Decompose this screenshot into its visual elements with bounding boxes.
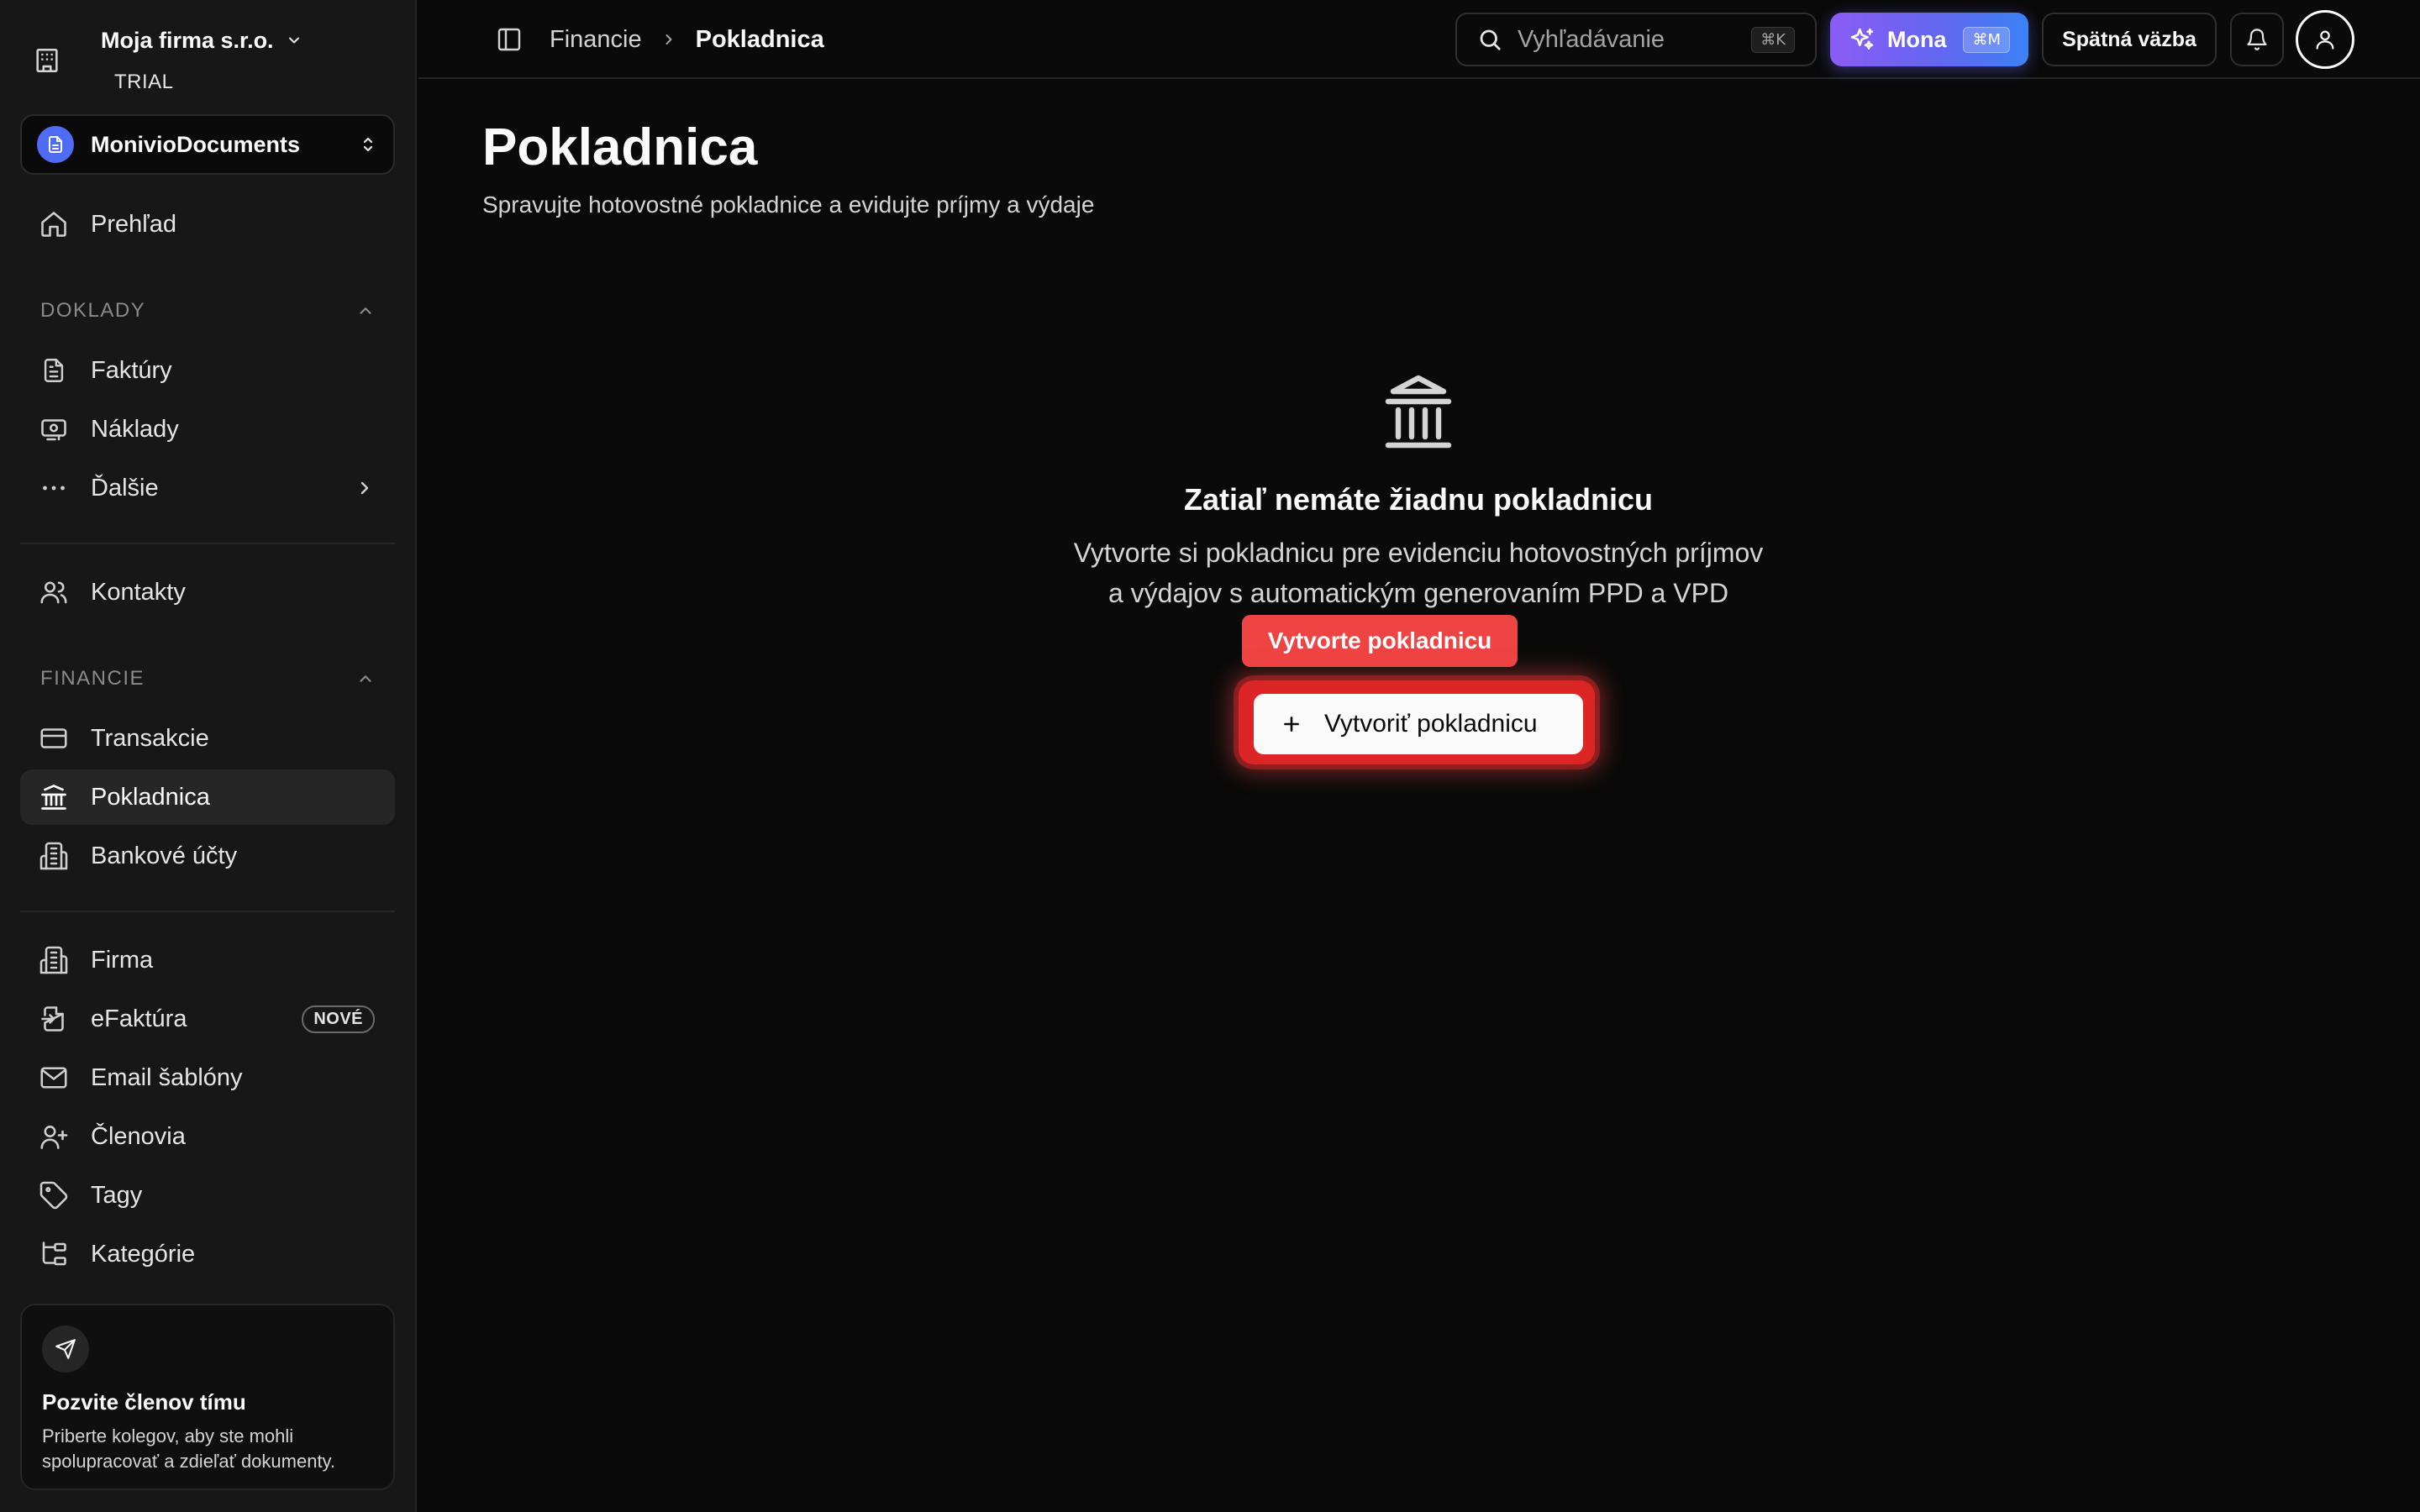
- new-badge: NOVÉ: [302, 1005, 375, 1033]
- workspace-switcher[interactable]: MonivioDocuments: [20, 114, 395, 175]
- mail-icon: [37, 1061, 71, 1095]
- sidebar-item-invoices[interactable]: Faktúry: [20, 343, 395, 398]
- sidebar-item-label: Náklady: [91, 415, 179, 443]
- sidebar-item-transactions[interactable]: Transakcie: [20, 711, 395, 766]
- chevron-up-icon: [360, 675, 371, 682]
- sidebar-item-label: Prehľad: [91, 210, 176, 238]
- sidebar-item-tags[interactable]: Tagy: [20, 1168, 395, 1223]
- sidebar-item-efaktura[interactable]: eFaktúra NOVÉ: [20, 991, 395, 1047]
- user-plus-icon: [37, 1120, 71, 1153]
- sidebar-item-label: Firma: [91, 946, 154, 974]
- chevron-down-icon: [288, 37, 299, 44]
- empty-state-line: a výdajov s automatickým generovaním PPD…: [1107, 578, 1729, 608]
- sidebar-divider: [20, 543, 395, 544]
- search-placeholder: Vyhľadávanie: [1518, 25, 1665, 53]
- sidebar-item-contacts[interactable]: Kontakty: [20, 564, 395, 620]
- sidebar-item-label: eFaktúra: [91, 1005, 187, 1032]
- search-icon: [1480, 29, 1501, 50]
- tree-icon: [37, 1237, 71, 1271]
- file-export-icon: [37, 1002, 71, 1036]
- sidebar-item-label: Transakcie: [91, 724, 209, 752]
- mona-shortcut: ⌘M: [1963, 26, 2010, 53]
- chevrons-up-down-icon: [363, 137, 373, 152]
- company-switcher[interactable]: Moja firma s.r.o. TRIAL: [20, 20, 398, 101]
- sidebar-item-label: Faktúry: [91, 356, 172, 384]
- more-dots-icon: [37, 471, 71, 505]
- bell-icon: [2247, 29, 2267, 50]
- bank-building-icon: [37, 839, 71, 873]
- page-title: Pokladnica: [482, 118, 758, 176]
- credit-card-icon: [37, 722, 71, 755]
- invite-card: Pozvite členov tímu Priberte kolegov, ab…: [20, 1304, 395, 1490]
- invite-title: Pozvite členov tímu: [42, 1389, 246, 1415]
- building-icon: [20, 20, 74, 101]
- sidebar-item-label: Kontakty: [91, 578, 186, 606]
- empty-state-description: Vytvorte si pokladnicu pre evidenciu hot…: [924, 533, 1912, 613]
- sidebar-item-label: Bankové účty: [91, 842, 238, 869]
- section-doklady-header[interactable]: DOKLADY: [40, 294, 375, 328]
- empty-state-title: Zatiaľ nemáte žiadnu pokladnicu: [1184, 482, 1653, 517]
- sidebar: Moja firma s.r.o. TRIAL MonivioDocuments…: [0, 0, 417, 1512]
- plus-icon: [1284, 717, 1299, 732]
- sidebar-item-label: Ďalšie: [91, 474, 159, 501]
- create-cashbox-tooltip: Vytvorte pokladnicu: [1242, 615, 1518, 667]
- chevron-right-icon: [660, 31, 677, 48]
- section-title: DOKLADY: [40, 299, 146, 322]
- sidebar-item-categories[interactable]: Kategórie: [20, 1226, 395, 1282]
- sidebar-item-cashbox[interactable]: Pokladnica: [20, 769, 395, 825]
- sidebar-item-label: Tagy: [91, 1181, 143, 1209]
- breadcrumb: Financie Pokladnica: [550, 23, 824, 56]
- users-icon: [37, 575, 71, 609]
- sidebar-toggle-icon[interactable]: [492, 23, 526, 56]
- company-name: Moja firma s.r.o.: [101, 27, 274, 53]
- send-icon: [42, 1326, 89, 1373]
- notifications-button[interactable]: [2230, 13, 2284, 66]
- section-title: FINANCIE: [40, 667, 145, 690]
- create-cashbox-button[interactable]: Vytvoriť pokladnicu: [1254, 694, 1583, 754]
- mona-label: Mona: [1887, 26, 1947, 52]
- landmark-icon: [37, 780, 71, 814]
- user-menu-button[interactable]: [2296, 10, 2354, 69]
- sidebar-item-label: Pokladnica: [91, 783, 210, 811]
- breadcrumb-parent[interactable]: Financie: [550, 26, 642, 54]
- page-subtitle: Spravujte hotovostné pokladnice a eviduj…: [482, 192, 1095, 218]
- create-cashbox-label: Vytvoriť pokladnicu: [1324, 710, 1538, 738]
- document-icon: [37, 126, 74, 163]
- chevron-up-icon: [360, 307, 371, 314]
- sidebar-item-more[interactable]: Ďalšie: [20, 460, 395, 516]
- landmark-icon: [1378, 368, 1459, 452]
- home-icon: [37, 207, 71, 241]
- sidebar-item-label: Email šablóny: [91, 1063, 243, 1091]
- sidebar-item-costs[interactable]: Náklady: [20, 402, 395, 457]
- search-input[interactable]: Vyhľadávanie ⌘K: [1455, 13, 1817, 66]
- sidebar-item-members[interactable]: Členovia: [20, 1109, 395, 1164]
- breadcrumb-current: Pokladnica: [695, 25, 824, 53]
- sidebar-divider: [20, 911, 395, 912]
- chevron-right-icon: [360, 481, 369, 495]
- tag-icon: [37, 1179, 71, 1212]
- sidebar-item-email-templates[interactable]: Email šablóny: [20, 1050, 395, 1105]
- feedback-button[interactable]: Spätná väzba: [2042, 13, 2217, 66]
- plan-badge: TRIAL: [114, 71, 174, 93]
- sidebar-item-bank-accounts[interactable]: Bankové účty: [20, 828, 395, 884]
- sparkles-icon: [1850, 28, 1874, 50]
- search-shortcut: ⌘K: [1751, 26, 1795, 53]
- mona-ai-button[interactable]: Mona ⌘M: [1830, 13, 2028, 66]
- file-text-icon: [37, 354, 71, 387]
- sidebar-item-label: Členovia: [91, 1122, 186, 1150]
- workspace-name: MonivioDocuments: [91, 131, 301, 157]
- empty-state-line: Vytvorte si pokladnicu pre evidenciu hot…: [1073, 538, 1764, 568]
- section-financie-header[interactable]: FINANCIE: [40, 662, 375, 696]
- sidebar-item-overview[interactable]: Prehľad: [20, 197, 395, 252]
- receipt-icon: [37, 412, 71, 446]
- invite-description: Priberte kolegov, aby ste mohli spolupra…: [42, 1425, 336, 1472]
- building-icon: [37, 943, 71, 977]
- sidebar-item-firm[interactable]: Firma: [20, 932, 395, 988]
- sidebar-item-label: Kategórie: [91, 1240, 196, 1268]
- user-icon: [2316, 30, 2334, 50]
